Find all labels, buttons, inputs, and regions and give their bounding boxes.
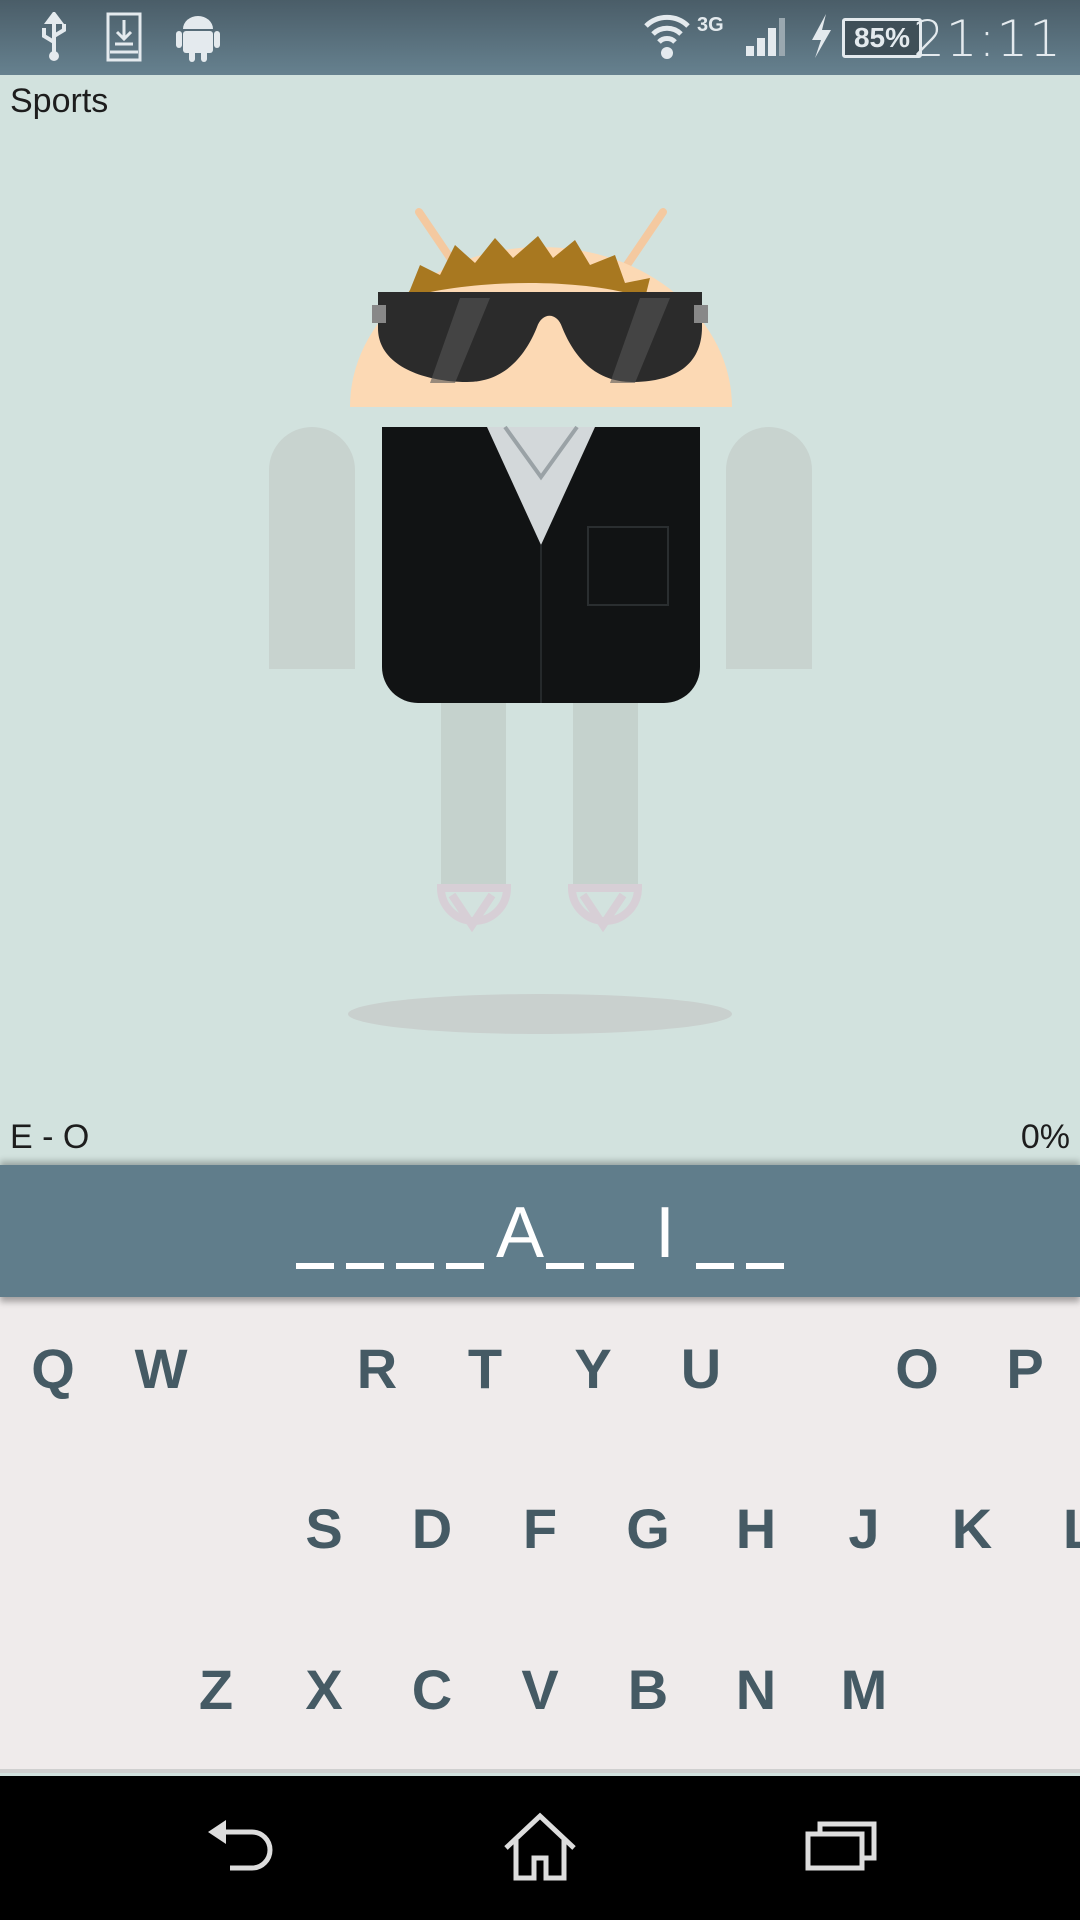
shadow [348,994,732,1034]
network-type: 3G [697,14,724,36]
key-z[interactable]: Z [166,1619,266,1759]
key-g[interactable]: G [598,1458,698,1598]
word-display: AI [0,1165,1080,1297]
right-leg [573,700,638,890]
battery-level: 85% [853,22,911,53]
key-h[interactable]: H [706,1458,806,1598]
key-p[interactable]: P [975,1298,1075,1438]
download-icon [106,12,142,62]
shoes [436,884,643,933]
usb-icon [42,12,66,61]
android-icon [176,16,220,62]
right-antenna [623,208,667,269]
key-v[interactable]: V [490,1619,590,1759]
charging-icon [812,14,831,58]
revealed-letter: A [496,1193,545,1273]
key-t[interactable]: T [435,1298,535,1438]
blank-letter [546,1197,584,1269]
navigation-bar [0,1776,1080,1920]
status-bar: 3G 85% 21:11 [0,0,1080,75]
key-n[interactable]: N [706,1619,806,1759]
letter-keyboard: QWRTYUOP SDFGHJKL ZXCVBNM [0,1297,1080,1773]
key-c[interactable]: C [382,1619,482,1759]
key-l[interactable]: L [1030,1458,1080,1598]
revealed-letter: I [654,1193,675,1273]
recent-apps-icon[interactable] [800,1812,880,1882]
key-b[interactable]: B [598,1619,698,1759]
key-r[interactable]: R [327,1298,427,1438]
blank-letter [446,1197,484,1269]
key-d[interactable]: D [382,1458,482,1598]
key-u[interactable]: U [651,1298,751,1438]
key-x[interactable]: X [274,1619,374,1759]
blank-letter [746,1197,784,1269]
battery-icon: 85% [842,18,922,58]
blank-letter [596,1197,634,1269]
wifi-icon [644,14,690,59]
left-leg [441,700,506,890]
score-label: E - O [10,1118,90,1156]
key-w[interactable]: W [111,1298,211,1438]
home-icon[interactable] [500,1812,580,1884]
key-m[interactable]: M [814,1619,914,1759]
clock: 21:11 [912,10,1062,68]
key-q[interactable]: Q [3,1298,103,1438]
key-s[interactable]: S [274,1458,374,1598]
progress-percent: 0% [1020,1118,1070,1156]
blank-letter [696,1197,734,1269]
blank-letter [296,1197,334,1269]
right-arm [726,427,812,669]
key-j[interactable]: J [814,1458,914,1598]
blank-letter [396,1197,434,1269]
android-avatar [269,208,812,1034]
key-k[interactable]: K [922,1458,1022,1598]
blank-letter [346,1197,384,1269]
key-y[interactable]: Y [543,1298,643,1438]
left-arm [269,427,355,669]
back-icon[interactable] [200,1812,280,1882]
key-f[interactable]: F [490,1458,590,1598]
key-o[interactable]: O [867,1298,967,1438]
signal-icon [746,18,785,56]
